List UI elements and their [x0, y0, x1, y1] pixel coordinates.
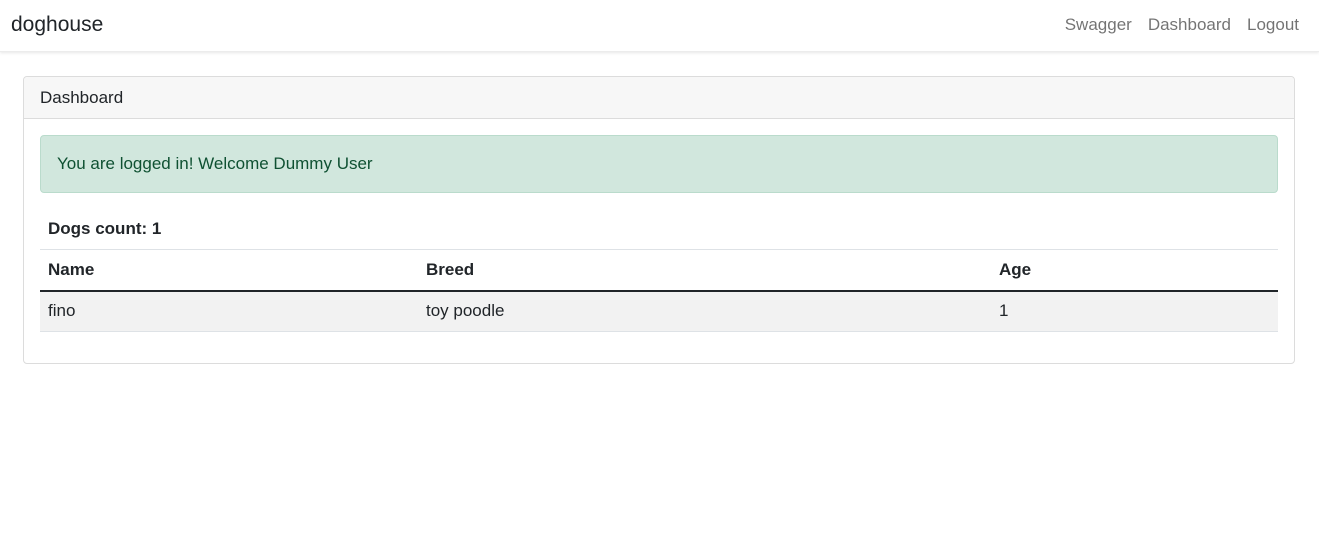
column-header-age: Age: [999, 259, 1032, 279]
table-header-row: Name Breed Age: [40, 249, 1278, 291]
nav-link-logout[interactable]: Logout: [1247, 14, 1299, 36]
dogs-table: Name Breed Age fino toy poodle 1: [40, 249, 1278, 332]
cell-breed: toy poodle: [426, 301, 505, 321]
table-row: fino toy poodle 1: [40, 290, 1278, 332]
nav-link-dashboard[interactable]: Dashboard: [1148, 14, 1231, 36]
login-success-alert: You are logged in! Welcome Dummy User: [40, 135, 1278, 193]
brand-link[interactable]: doghouse: [11, 12, 103, 38]
card-body: You are logged in! Welcome Dummy User Do…: [24, 119, 1294, 348]
cell-age: 1: [999, 301, 1009, 321]
card-header: Dashboard: [24, 77, 1294, 119]
cell-name: fino: [48, 301, 76, 321]
dogs-count: Dogs count: 1: [48, 219, 162, 238]
top-navbar: doghouse Swagger Dashboard Logout: [0, 0, 1319, 52]
nav-link-swagger[interactable]: Swagger: [1065, 14, 1132, 36]
column-header-breed: Breed: [426, 259, 475, 279]
nav-links: Swagger Dashboard Logout: [1065, 14, 1299, 36]
dashboard-card: Dashboard You are logged in! Welcome Dum…: [23, 76, 1295, 364]
column-header-name: Name: [48, 259, 95, 279]
